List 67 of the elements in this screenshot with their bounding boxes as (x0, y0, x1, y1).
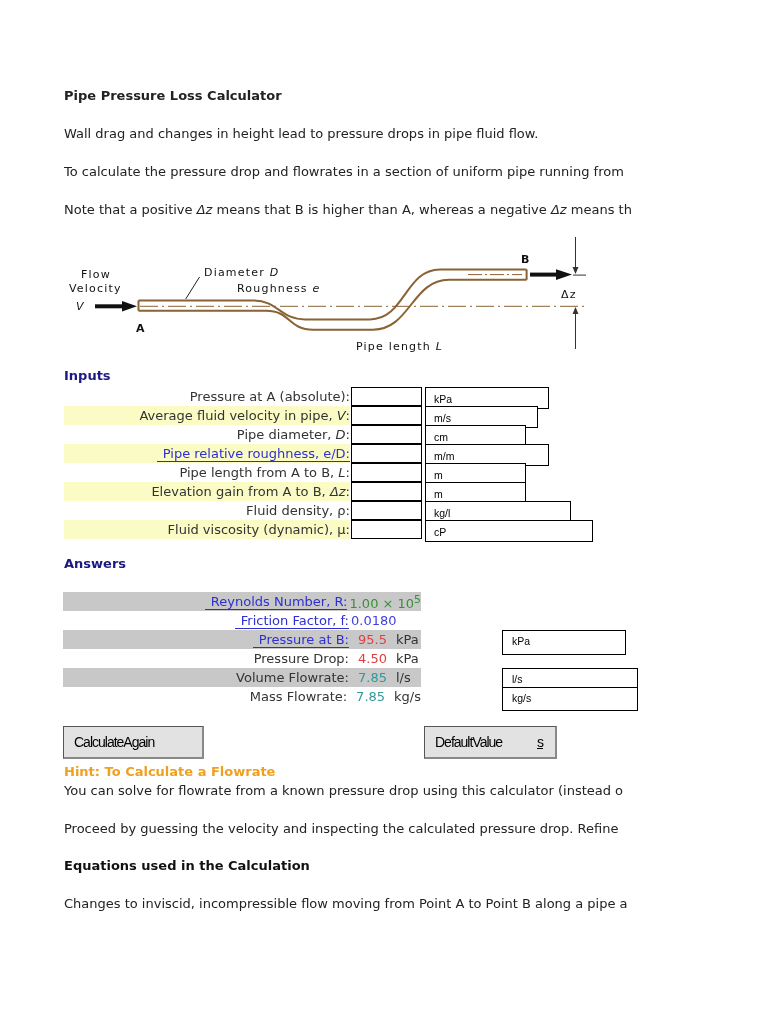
input-field[interactable] (351, 501, 422, 520)
velocity-symbol: V (76, 300, 85, 313)
roughness-label: Roughness e (237, 282, 321, 295)
input-field[interactable] (351, 482, 422, 501)
hint-text: Proceed by guessing the velocity and inspecting the calculated pressure drop. Refine (64, 820, 619, 838)
result-link[interactable]: Reynolds Number, R: (204, 594, 348, 610)
result-link[interactable]: Pressure at B: (252, 632, 349, 648)
point-label: A (136, 322, 145, 335)
equations-text: Changes to inviscid, incompressible flow moving from Point A to Point B along a pipe a (64, 895, 628, 913)
unit-select[interactable]: m/m (425, 444, 549, 466)
result-label: Mass Flowrate: (249, 689, 348, 704)
leader-line (185, 276, 200, 300)
field-label: Pressure at A (absolute): (188, 388, 350, 406)
result-value: 0.0180 (350, 612, 397, 630)
unit-select[interactable]: kg/s (502, 687, 638, 711)
input-field[interactable] (351, 520, 422, 539)
input-field[interactable] (351, 406, 422, 425)
field-label: Fluid density, ρ: (245, 502, 350, 520)
section-heading: Inputs (64, 367, 111, 385)
unit-label: kg/s (394, 688, 421, 706)
unit-select[interactable]: m (425, 463, 526, 485)
result-value: 1.00 × 10$^{5}$ (348, 591, 421, 614)
input-field[interactable] (351, 463, 422, 482)
unit-label: l/s (395, 669, 411, 687)
unit-select[interactable]: l/s (502, 668, 638, 688)
unit-label: kPa (395, 631, 419, 649)
unit-select[interactable]: cP (425, 520, 593, 542)
point-label: B (521, 253, 530, 266)
intro-text: Wall drag and changes in height lead to pressure drops in pipe fluid flow. (64, 125, 539, 143)
elevation-label: Δz (561, 288, 577, 301)
input-field[interactable] (351, 444, 422, 463)
flow-label: Flow Velocity (69, 268, 122, 295)
intro-text: To calculate the pressure drop and flowrates in a section of uniform pipe running from (64, 163, 624, 181)
defaults-button[interactable]: DefaultValue s (424, 726, 557, 759)
unit-select[interactable]: kg/l (425, 501, 571, 523)
result-label: Pressure Drop: (253, 651, 349, 666)
result-link[interactable]: Friction Factor, f: (234, 613, 349, 629)
unit-select[interactable]: kPa (502, 630, 626, 655)
input-field[interactable] (351, 425, 422, 444)
unit-label: kPa (395, 650, 419, 668)
result-label: Volume Flowrate: (236, 670, 349, 685)
hint-text: You can solve for flowrate from a known pressure drop using this calculator (instead o (64, 782, 624, 800)
section-heading: Answers (64, 555, 127, 573)
field-label: Average fluid velocity in pipe, V: (64, 406, 350, 425)
unit-select[interactable]: m (425, 482, 526, 504)
unit-select[interactable]: cm (425, 425, 526, 447)
diameter-label: Diameter D (204, 266, 280, 279)
input-field[interactable] (351, 387, 422, 406)
field-label: Pipe diameter, D: (235, 426, 350, 444)
hint-heading: Hint: To Calculate a Flowrate (64, 763, 276, 781)
unit-select[interactable]: kPa (425, 387, 549, 409)
length-label: Pipe length L (356, 340, 443, 353)
outlet-arrow (530, 269, 572, 280)
intro-text: Note that a positive Δz means that B is higher than A, whereas a negative Δz means th (64, 201, 632, 219)
result-value: 4.50 (357, 650, 387, 668)
result-value: 7.85 (357, 669, 387, 687)
field-label: Fluid viscosity (dynamic), μ: (64, 520, 350, 539)
page-title: Pipe Pressure Loss Calculator (64, 87, 282, 105)
field-label: Pipe length from A to B, L: (178, 464, 350, 482)
field-label: Elevation gain from A to B, Δz: (64, 482, 350, 501)
result-value: 7.85 (355, 688, 386, 706)
field-link[interactable]: Pipe relative roughness, e/D: (156, 446, 350, 462)
unit-select[interactable]: m/s (425, 406, 538, 428)
calculate-button[interactable]: CalculateAgain (63, 726, 204, 759)
equations-heading: Equations used in the Calculation (64, 857, 310, 875)
result-value: 95.5 (357, 631, 387, 649)
flow-arrow (95, 301, 137, 312)
